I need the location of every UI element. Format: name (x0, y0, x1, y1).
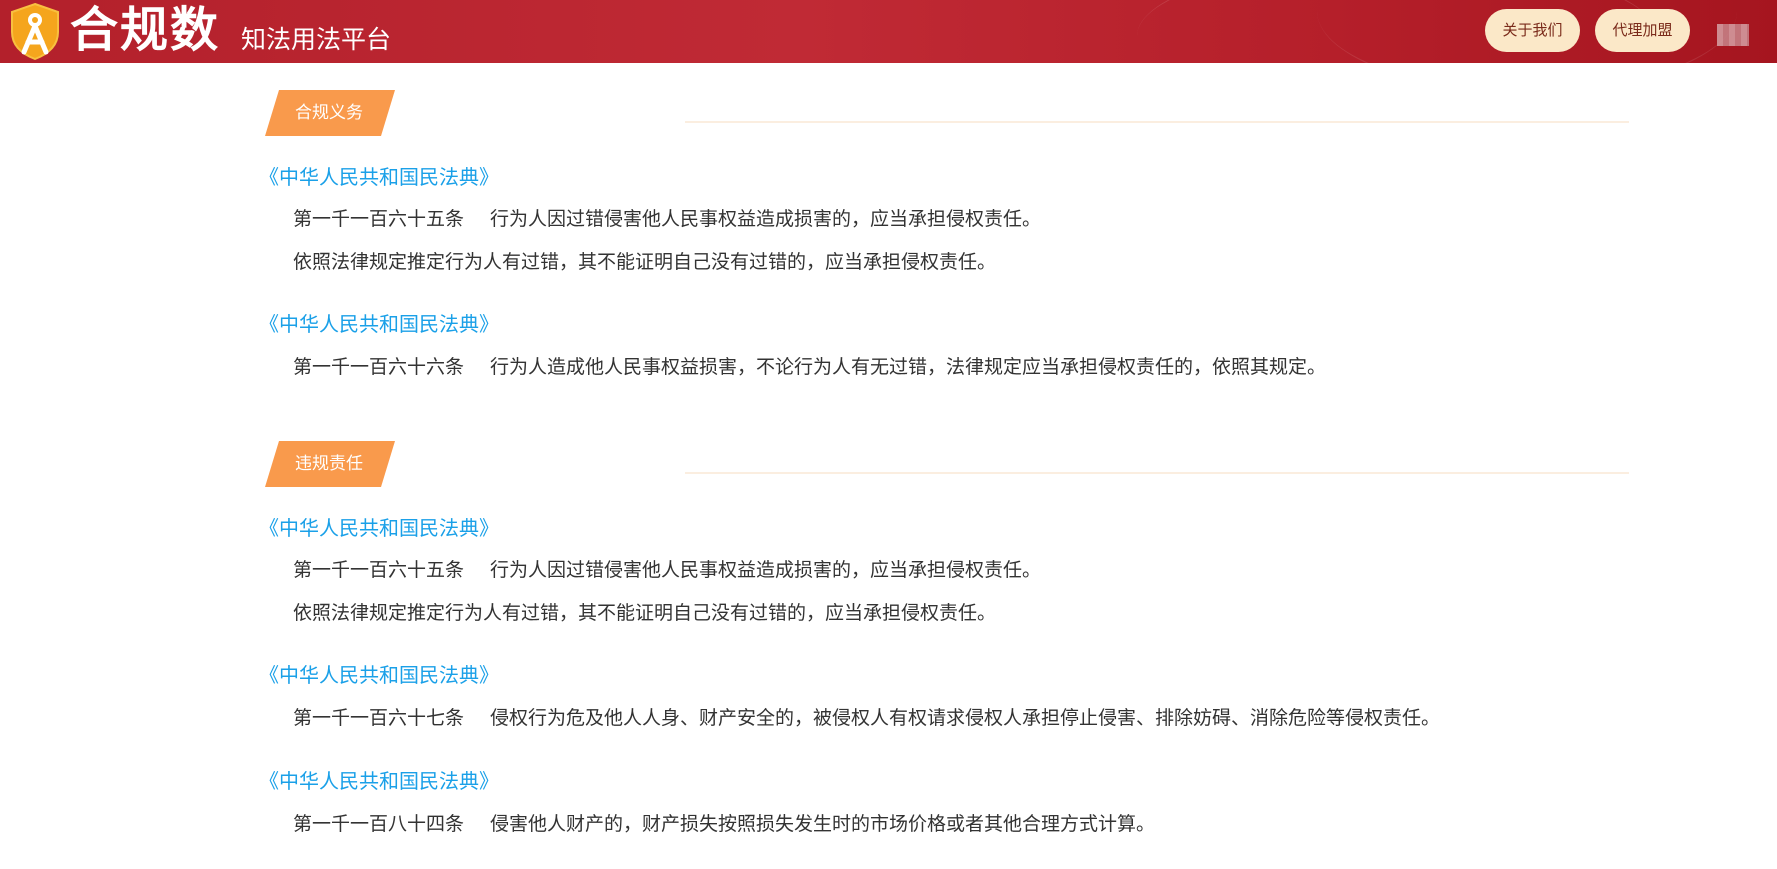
top-header: 合规数 知法用法平台 关于我们 代理加盟 (0, 0, 1777, 63)
law-title-link[interactable]: 《中华人民共和国民法典》 (259, 164, 499, 190)
law-article-line: 依照法律规定推定行为人有过错，其不能证明自己没有过错的，应当承担侵权责任。 (293, 249, 996, 275)
law-title-link[interactable]: 《中华人民共和国民法典》 (259, 768, 499, 794)
article-number: 第一千一百六十五条 (293, 208, 465, 230)
law-title-link[interactable]: 《中华人民共和国民法典》 (259, 311, 499, 337)
article-text: 依照法律规定推定行为人有过错，其不能证明自己没有过错的，应当承担侵权责任。 (293, 602, 997, 624)
article-text: 侵害他人财产的，财产损失按照损失发生时的市场价格或者其他合理方式计算。 (490, 813, 1156, 835)
law-title-link[interactable]: 《中华人民共和国民法典》 (259, 662, 499, 688)
platform-subtitle: 知法用法平台 (241, 25, 392, 54)
section-divider (685, 121, 1629, 123)
about-us-button[interactable]: 关于我们 (1485, 9, 1580, 52)
compass-shield-icon (11, 2, 59, 60)
article-number: 第一千一百六十六条 (293, 356, 465, 378)
law-article-line: 依照法律规定推定行为人有过错，其不能证明自己没有过错的，应当承担侵权责任。 (293, 600, 996, 626)
logo-text[interactable]: 合规数 (70, 2, 220, 58)
law-article-line: 第一千一百六十六条 行为人造成他人民事权益损害，不论行为人有无过错，法律规定应当承… (293, 354, 1326, 380)
law-article-line: 第一千一百六十七条 侵权行为危及他人人身、财产安全的，被侵权人有权请求侵权人承担停… (293, 705, 1440, 731)
law-article-line: 第一千一百六十五条 行为人因过错侵害他人民事权益造成损害的，应当承担侵权责任。 (293, 557, 1041, 583)
article-text: 依照法律规定推定行为人有过错，其不能证明自己没有过错的，应当承担侵权责任。 (293, 251, 997, 273)
article-text: 行为人因过错侵害他人民事权益造成损害的，应当承担侵权责任。 (490, 208, 1042, 230)
agent-join-button[interactable]: 代理加盟 (1595, 9, 1690, 52)
section-tag-label: 违规责任 (295, 454, 363, 474)
law-title-link[interactable]: 《中华人民共和国民法典》 (259, 515, 499, 541)
article-number: 第一千一百六十五条 (293, 559, 465, 581)
section-tag-compliance-duty: 合规义务 (265, 90, 395, 136)
avatar[interactable] (1717, 24, 1749, 46)
law-article-line: 第一千一百六十五条 行为人因过错侵害他人民事权益造成损害的，应当承担侵权责任。 (293, 206, 1041, 232)
article-text: 行为人造成他人民事权益损害，不论行为人有无过错，法律规定应当承担侵权责任的，依照… (490, 356, 1327, 378)
article-number: 第一千一百六十七条 (293, 707, 465, 729)
section-tag-label: 合规义务 (295, 103, 363, 123)
article-number: 第一千一百八十四条 (293, 813, 465, 835)
section-tag-violation-liability: 违规责任 (265, 441, 395, 487)
article-text: 侵权行为危及他人人身、财产安全的，被侵权人有权请求侵权人承担停止侵害、排除妨碍、… (490, 707, 1441, 729)
law-article-line: 第一千一百八十四条 侵害他人财产的，财产损失按照损失发生时的市场价格或者其他合理方… (293, 811, 1155, 837)
section-divider (685, 472, 1629, 474)
article-text: 行为人因过错侵害他人民事权益造成损害的，应当承担侵权责任。 (490, 559, 1042, 581)
